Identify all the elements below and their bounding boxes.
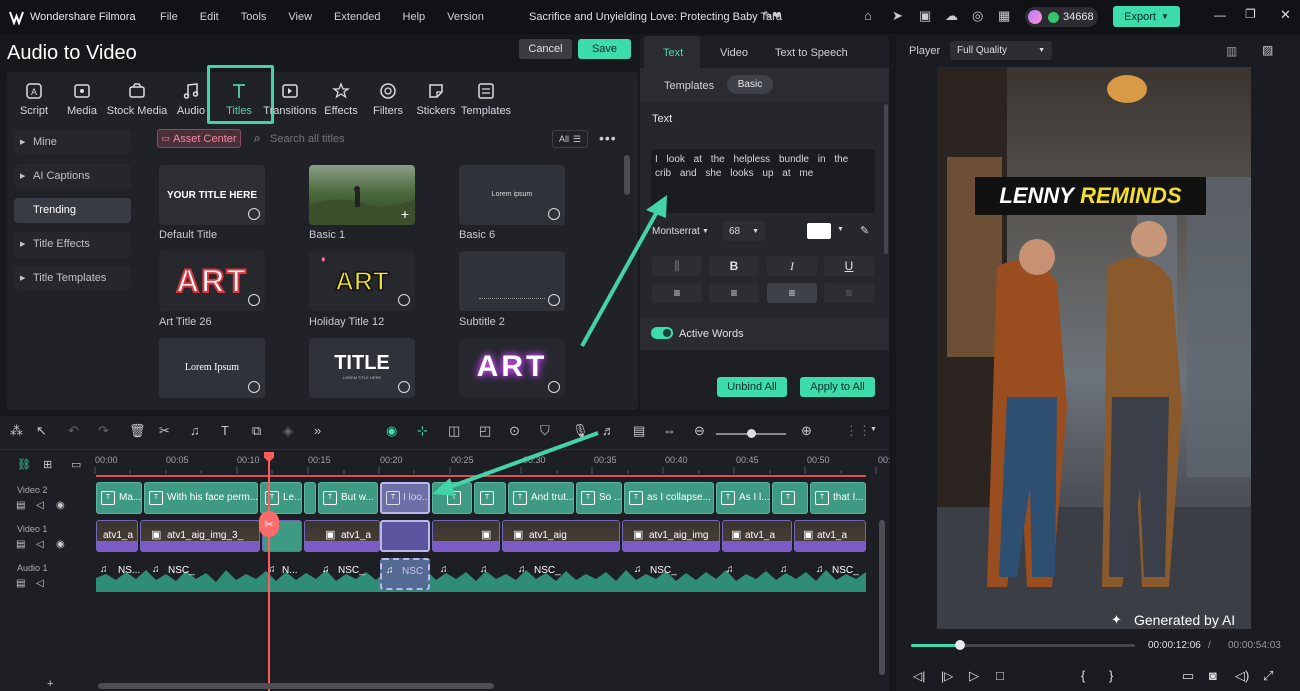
timeline-v-scrollbar[interactable] — [879, 520, 885, 675]
add-icon[interactable]: + — [47, 678, 53, 690]
timeline-h-scrollbar[interactable] — [98, 683, 494, 689]
annotation-arrows — [432, 195, 667, 496]
